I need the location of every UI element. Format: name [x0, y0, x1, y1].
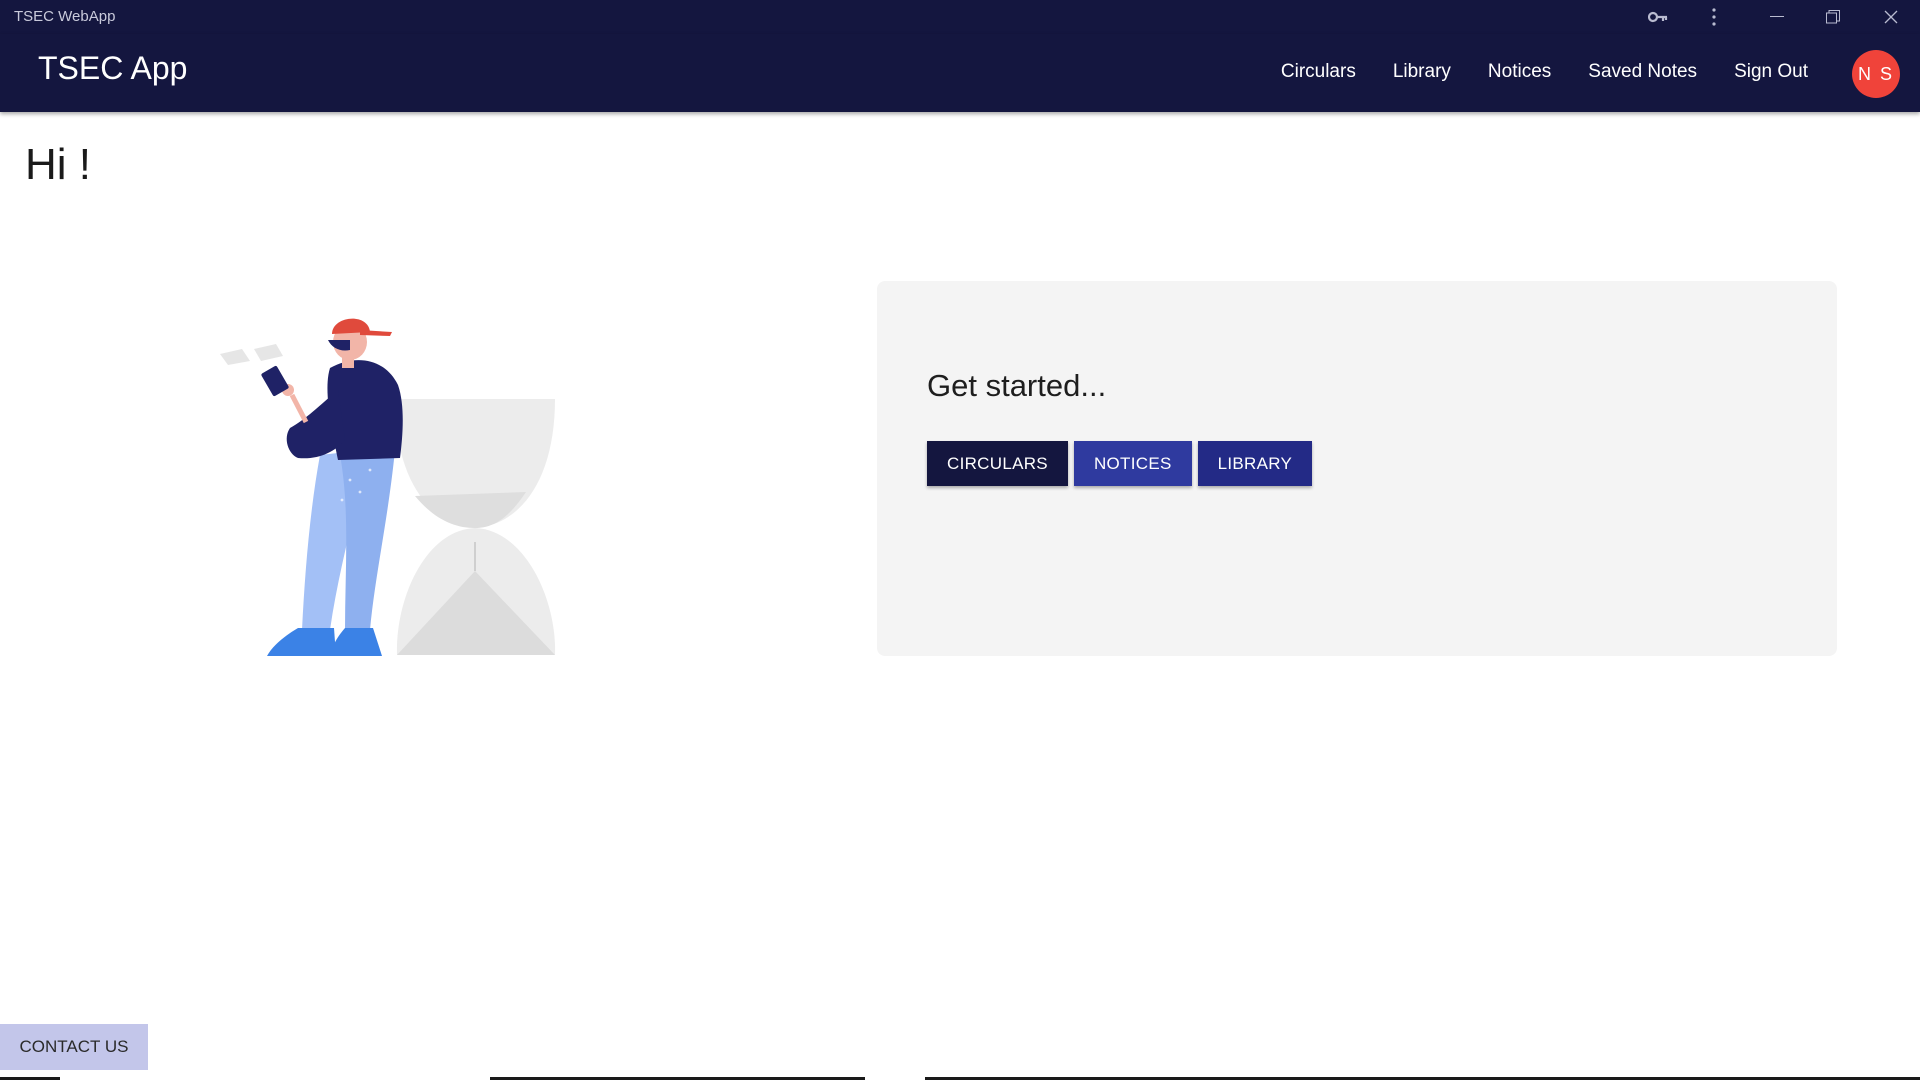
more-vert-icon[interactable]	[1694, 4, 1734, 30]
nav-link-circulars[interactable]: Circulars	[1281, 61, 1356, 83]
window-titlebar: TSEC WebApp	[0, 0, 1920, 34]
greeting-heading: Hi !	[25, 140, 91, 189]
nav-link-library[interactable]: Library	[1393, 61, 1451, 83]
library-button[interactable]: LIBRARY	[1197, 441, 1313, 486]
top-navbar: TSEC App Circulars Library Notices Saved…	[0, 34, 1920, 112]
nav-link-notices[interactable]: Notices	[1488, 61, 1551, 83]
nav-link-saved-notes[interactable]: Saved Notes	[1588, 61, 1697, 83]
hero-illustration	[210, 310, 570, 660]
get-started-card: Get started... CIRCULARS NOTICES LIBRARY	[877, 281, 1837, 656]
contact-us-button[interactable]: CONTACT US	[0, 1024, 148, 1070]
window-title: TSEC WebApp	[14, 8, 116, 25]
key-icon[interactable]	[1638, 4, 1678, 30]
restore-icon[interactable]	[1813, 4, 1853, 30]
nav-links: Circulars Library Notices Saved Notes Si…	[1281, 61, 1808, 83]
close-icon[interactable]	[1871, 4, 1911, 30]
nav-link-sign-out[interactable]: Sign Out	[1734, 61, 1808, 83]
app-brand[interactable]: TSEC App	[38, 50, 187, 87]
card-title: Get started...	[927, 368, 1107, 403]
notices-button[interactable]: NOTICES	[1073, 441, 1192, 486]
user-avatar[interactable]: N S	[1852, 50, 1900, 98]
card-button-group: CIRCULARS NOTICES LIBRARY	[927, 441, 1313, 486]
minimize-icon[interactable]	[1757, 4, 1797, 30]
circulars-button[interactable]: CIRCULARS	[927, 441, 1068, 486]
